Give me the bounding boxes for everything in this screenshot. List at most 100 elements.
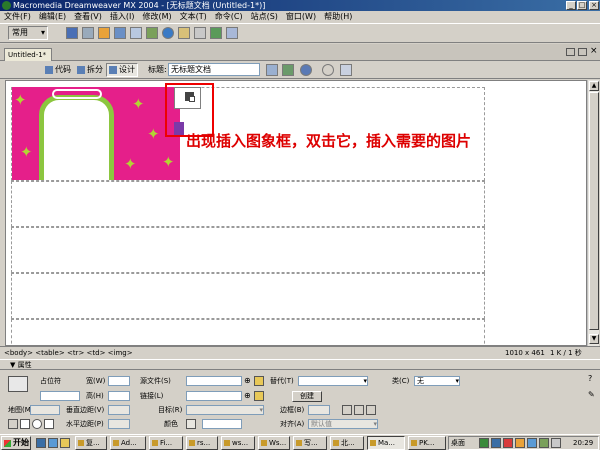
close-button[interactable]: × [589,1,599,10]
clock[interactable]: 20:29 [573,437,593,449]
tray-network-icon[interactable] [479,438,489,448]
tray-app-icon[interactable] [539,438,549,448]
align-select[interactable]: 默认值 ▾ [308,419,378,429]
image-name-field[interactable] [40,391,80,401]
maximize-button[interactable]: □ [577,1,587,10]
help-icon[interactable]: ? [588,374,592,383]
circle-hotspot-icon[interactable] [32,419,42,429]
template-icon[interactable] [210,27,222,39]
menu-commands[interactable]: 命令(C) [211,11,247,23]
vertical-scrollbar[interactable]: ▲ ▼ [587,80,599,346]
show-desktop-icon[interactable] [36,438,46,448]
scroll-thumb[interactable] [589,92,599,330]
code-view-button[interactable]: 代码 [42,63,74,77]
table-row[interactable] [11,273,485,319]
scroll-down-icon[interactable]: ▼ [589,334,599,344]
minimize-button[interactable]: _ [566,1,576,10]
taskbar-item[interactable]: PK... [408,436,446,450]
link-field[interactable] [186,391,242,401]
insert-category-dropdown[interactable]: 常用 ▾ [8,26,48,40]
pointer-hotspot-icon[interactable] [8,419,18,429]
edit-icon[interactable]: ✎ [588,390,595,399]
width-field[interactable] [108,376,130,386]
email-link-icon[interactable] [82,27,94,39]
color-field[interactable] [202,419,242,429]
design-view-button[interactable]: 设计 [106,63,138,77]
layer-icon[interactable] [130,27,142,39]
page-title-input[interactable]: 无标题文档 [168,63,260,76]
tag-chooser-icon[interactable] [226,27,238,39]
design-canvas[interactable]: ✦ ✦ ✦ ✦ ✦ ✦ 出现插入图象框，双击它，插入需要的图片 [5,80,587,346]
desktop-toolbar[interactable]: 桌面 [451,437,465,449]
folder-icon[interactable] [254,391,264,401]
src-field[interactable] [186,376,242,386]
folder-icon[interactable] [254,376,264,386]
hspace-field[interactable] [108,419,130,429]
table-row[interactable] [11,227,485,273]
tray-app-icon[interactable] [527,438,537,448]
properties-header[interactable]: ▼ 属性 [0,360,600,370]
point-to-file-icon[interactable]: ⊕ [244,376,251,385]
media-icon[interactable] [162,27,174,39]
point-to-file-icon[interactable]: ⊕ [244,391,251,400]
taskbar-item[interactable]: Ws... [258,436,290,450]
restore-doc-icon[interactable] [566,48,575,56]
menu-insert[interactable]: 插入(I) [106,11,139,23]
align-center-icon[interactable] [354,405,364,415]
quicklaunch-ie-icon[interactable] [48,438,58,448]
menu-text[interactable]: 文本(T) [176,11,211,23]
menu-edit[interactable]: 编辑(E) [35,11,70,23]
align-left-icon[interactable] [342,405,352,415]
check-browser-icon[interactable] [300,64,312,76]
refresh-icon[interactable] [322,64,334,76]
menu-view[interactable]: 查看(V) [70,11,106,23]
named-anchor-icon[interactable] [98,27,110,39]
menu-window[interactable]: 窗口(W) [282,11,320,23]
table-row[interactable] [11,319,485,345]
start-button[interactable]: 开始 [1,436,31,450]
date-icon[interactable] [178,27,190,39]
taskbar-item-active[interactable]: Ma... [367,436,405,450]
tag-selector[interactable]: <body> <table> <tr> <td> <img> [4,347,133,359]
rect-hotspot-icon[interactable] [20,419,30,429]
class-select[interactable]: 无 ▾ [414,376,460,386]
scroll-up-icon[interactable]: ▲ [589,81,599,91]
quicklaunch-explorer-icon[interactable] [60,438,70,448]
align-right-icon[interactable] [366,405,376,415]
image-icon[interactable] [146,27,158,39]
file-management-icon[interactable] [266,64,278,76]
comment-icon[interactable] [194,27,206,39]
polygon-hotspot-icon[interactable] [44,419,54,429]
table-icon[interactable] [114,27,126,39]
preview-browser-icon[interactable] [282,64,294,76]
taskbar-item[interactable]: 北... [330,436,364,450]
tray-app-icon[interactable] [551,438,561,448]
hyperlink-icon[interactable] [66,27,78,39]
taskbar-item[interactable]: ws... [221,436,255,450]
close-doc-icon[interactable]: × [590,46,598,56]
alt-field[interactable]: ▾ [298,376,368,386]
taskbar-item[interactable]: 写... [293,436,327,450]
taskbar-item[interactable]: 复... [75,436,107,450]
map-name-field[interactable] [30,405,60,415]
height-field[interactable] [108,391,130,401]
window-size[interactable]: 1010 x 461 [505,347,545,359]
menu-modify[interactable]: 修改(M) [138,11,175,23]
maximize-doc-icon[interactable] [578,48,587,56]
taskbar-item[interactable]: Ad... [110,436,146,450]
split-view-button[interactable]: 拆分 [74,63,106,77]
vspace-field[interactable] [108,405,130,415]
document-tab[interactable]: Untitled-1* [4,48,52,61]
taskbar-item[interactable]: rs... [186,436,218,450]
create-button[interactable]: 创建 [292,391,322,402]
tray-volume-icon[interactable] [491,438,501,448]
menu-help[interactable]: 帮助(H) [320,11,356,23]
tray-antivirus-icon[interactable] [503,438,513,448]
border-field[interactable] [308,405,330,415]
taskbar-item[interactable]: Fi... [149,436,183,450]
view-options-icon[interactable] [340,64,352,76]
color-picker-icon[interactable] [186,419,196,429]
tray-im-icon[interactable] [515,438,525,448]
banner-image[interactable]: ✦ ✦ ✦ ✦ ✦ ✦ [12,87,180,180]
menu-file[interactable]: 文件(F) [0,11,35,23]
